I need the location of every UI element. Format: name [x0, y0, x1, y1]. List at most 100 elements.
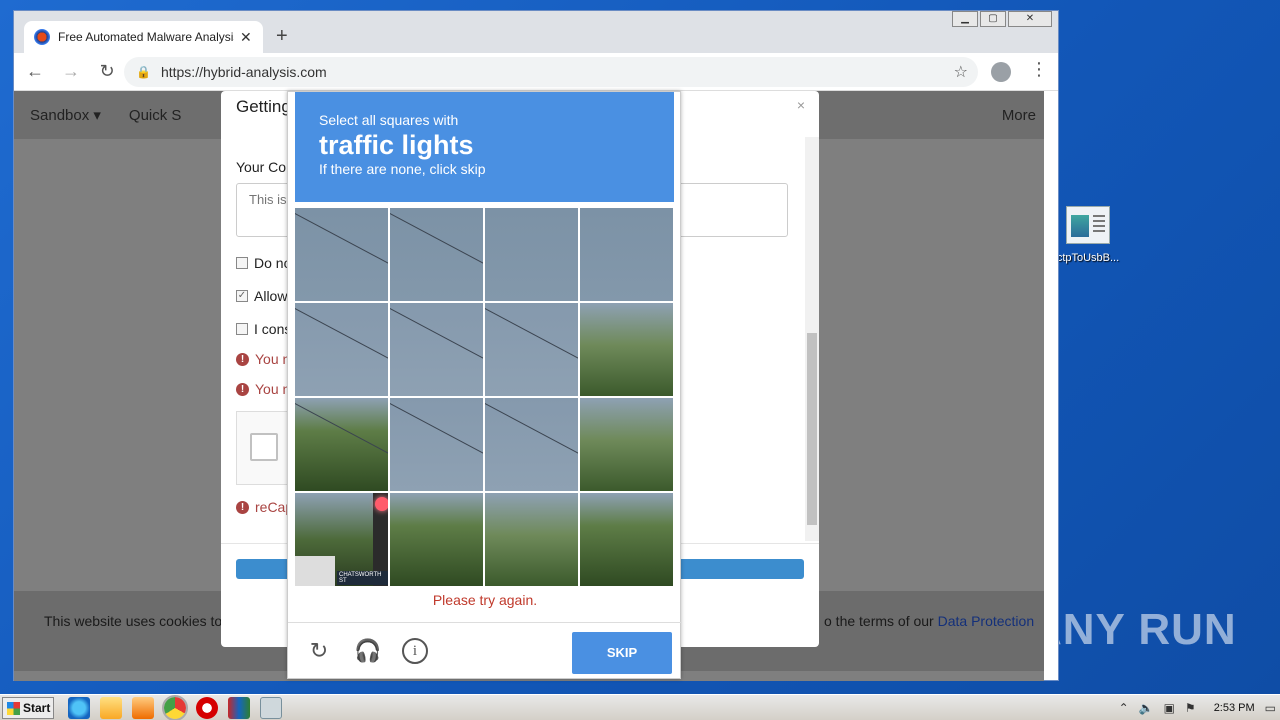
- back-icon[interactable]: ←: [20, 61, 50, 82]
- grid-tile[interactable]: [295, 208, 388, 301]
- tab-close-icon[interactable]: ✕: [240, 29, 252, 46]
- street-sign: CHATSWORTH ST: [337, 571, 388, 585]
- modal-close-icon[interactable]: ×: [797, 97, 805, 113]
- house-shape: [295, 556, 335, 586]
- nav-quick-scan[interactable]: Quick S: [129, 107, 182, 124]
- bookmark-star-icon[interactable]: ☆: [954, 62, 968, 82]
- challenge-controls: ↻ 🎧 i: [306, 638, 428, 664]
- media-player-icon[interactable]: [132, 697, 154, 719]
- browser-tab[interactable]: Free Automated Malware Analysis S ✕: [24, 21, 263, 53]
- close-window-button[interactable]: ✕: [1008, 11, 1052, 27]
- challenge-hint: If there are none, click skip: [319, 161, 486, 177]
- reload-icon[interactable]: ↻: [306, 638, 332, 664]
- traffic-light-lamp: [375, 497, 388, 511]
- desktop-file-icon[interactable]: ctpToUsbB...: [1056, 206, 1120, 264]
- grid-tile[interactable]: [295, 303, 388, 396]
- cookie-text-prefix: o the terms of our: [824, 613, 938, 629]
- recaptcha-checkbox[interactable]: [250, 433, 278, 461]
- challenge-grid: CHATSWORTH ST: [295, 208, 673, 586]
- grid-tile-traffic-light[interactable]: CHATSWORTH ST: [295, 493, 388, 586]
- chrome-icon[interactable]: [162, 695, 188, 720]
- flag-icon[interactable]: ⚑: [1185, 701, 1196, 715]
- window-controls: ▁ ▢ ✕: [952, 11, 1052, 27]
- info-icon[interactable]: i: [402, 638, 428, 664]
- lock-icon: 🔒: [136, 65, 151, 79]
- reload-icon[interactable]: ↻: [92, 61, 122, 82]
- checkbox-do-not[interactable]: Do no: [236, 255, 291, 271]
- grid-tile[interactable]: [485, 303, 578, 396]
- restore-button[interactable]: ▢: [980, 11, 1006, 27]
- network-icon[interactable]: ▣: [1164, 701, 1175, 715]
- profile-avatar[interactable]: [991, 62, 1011, 82]
- checkbox-box[interactable]: ✓: [236, 290, 248, 302]
- archive-icon[interactable]: [228, 697, 250, 719]
- opera-icon[interactable]: [196, 697, 218, 719]
- error-icon: !: [236, 352, 249, 366]
- clock[interactable]: 2:53 PM: [1214, 702, 1255, 714]
- challenge-target: traffic lights: [319, 130, 474, 160]
- grid-tile[interactable]: [485, 493, 578, 586]
- grid-tile[interactable]: [580, 398, 673, 491]
- nav-sandbox[interactable]: Sandbox ▾: [30, 106, 101, 124]
- url-text: https://hybrid-analysis.com: [160, 64, 327, 80]
- error-message: ! You n: [236, 381, 290, 397]
- grid-tile[interactable]: [390, 208, 483, 301]
- comment-label: Your Cor: [236, 159, 291, 175]
- headphones-icon[interactable]: 🎧: [354, 638, 381, 664]
- grid-tile[interactable]: [580, 208, 673, 301]
- error-text: You n: [255, 351, 291, 367]
- anyrun-watermark: ANY RUN: [1030, 605, 1237, 655]
- address-bar[interactable]: 🔒 https://hybrid-analysis.com ☆: [124, 57, 978, 87]
- try-again-message: Please try again.: [432, 592, 538, 608]
- menu-dots-icon[interactable]: ⋮: [1030, 59, 1048, 80]
- grid-tile[interactable]: [295, 398, 388, 491]
- modal-scrollbar[interactable]: [805, 137, 819, 541]
- watermark-text: ANY RUN: [1030, 605, 1237, 654]
- data-protection-link[interactable]: Data Protection: [938, 613, 1035, 629]
- nav-more[interactable]: More: [1002, 107, 1036, 124]
- grid-tile[interactable]: [390, 398, 483, 491]
- window-icon[interactable]: [260, 697, 282, 719]
- tab-strip: Free Automated Malware Analysis S ✕ + ▁ …: [14, 11, 1058, 53]
- checkbox-allow[interactable]: ✓ Allow: [236, 288, 287, 304]
- minimize-button[interactable]: ▁: [952, 11, 978, 27]
- show-desktop-icon[interactable]: ▭: [1265, 701, 1276, 715]
- grid-tile[interactable]: [580, 303, 673, 396]
- tray-expand-icon[interactable]: ⌃: [1119, 701, 1129, 715]
- cookie-text-left: This website uses cookies to: [44, 613, 223, 629]
- grid-tile[interactable]: [580, 493, 673, 586]
- checkbox-label: Do no: [254, 255, 292, 271]
- explorer-icon[interactable]: [100, 697, 122, 719]
- favicon-icon: [34, 29, 50, 45]
- modal-scroll-thumb[interactable]: [807, 333, 817, 525]
- recaptcha-challenge: Select all squares with traffic lights I…: [287, 91, 682, 679]
- grid-tile[interactable]: [485, 208, 578, 301]
- taskbar: Start ⌃ 🔈 ▣ ⚑ 2:53 PM ▭: [0, 694, 1280, 720]
- system-tray: ⌃ 🔈 ▣ ⚑ 2:53 PM ▭: [1119, 697, 1276, 719]
- forward-icon[interactable]: →: [56, 61, 86, 82]
- checkbox-box[interactable]: [236, 323, 248, 335]
- grid-tile[interactable]: [390, 303, 483, 396]
- cookie-text-right: o the terms of our Data Protection: [824, 613, 1034, 629]
- start-label: Start: [23, 701, 51, 715]
- recaptcha-error: ! reCap: [236, 499, 293, 515]
- desktop-icon-label: ctpToUsbB...: [1056, 252, 1120, 264]
- challenge-header: Select all squares with traffic lights I…: [295, 92, 674, 202]
- ie-icon[interactable]: [68, 697, 90, 719]
- start-button[interactable]: Start: [2, 697, 54, 719]
- grid-tile[interactable]: [485, 398, 578, 491]
- checkbox-label: I cons: [254, 321, 292, 337]
- error-icon: !: [236, 500, 249, 514]
- file-icon: [1066, 206, 1110, 244]
- error-icon: !: [236, 382, 249, 396]
- grid-tile[interactable]: [390, 493, 483, 586]
- skip-button[interactable]: SKIP: [572, 632, 672, 674]
- taskbar-apps: [68, 695, 282, 720]
- challenge-instruction: Select all squares with: [319, 112, 459, 128]
- volume-icon[interactable]: 🔈: [1139, 701, 1154, 715]
- checkbox-box[interactable]: [236, 257, 248, 269]
- checkbox-label: Allow: [254, 288, 288, 304]
- windows-logo-icon: [7, 701, 20, 715]
- new-tab-button[interactable]: +: [276, 25, 288, 48]
- checkbox-consent[interactable]: I cons: [236, 321, 291, 337]
